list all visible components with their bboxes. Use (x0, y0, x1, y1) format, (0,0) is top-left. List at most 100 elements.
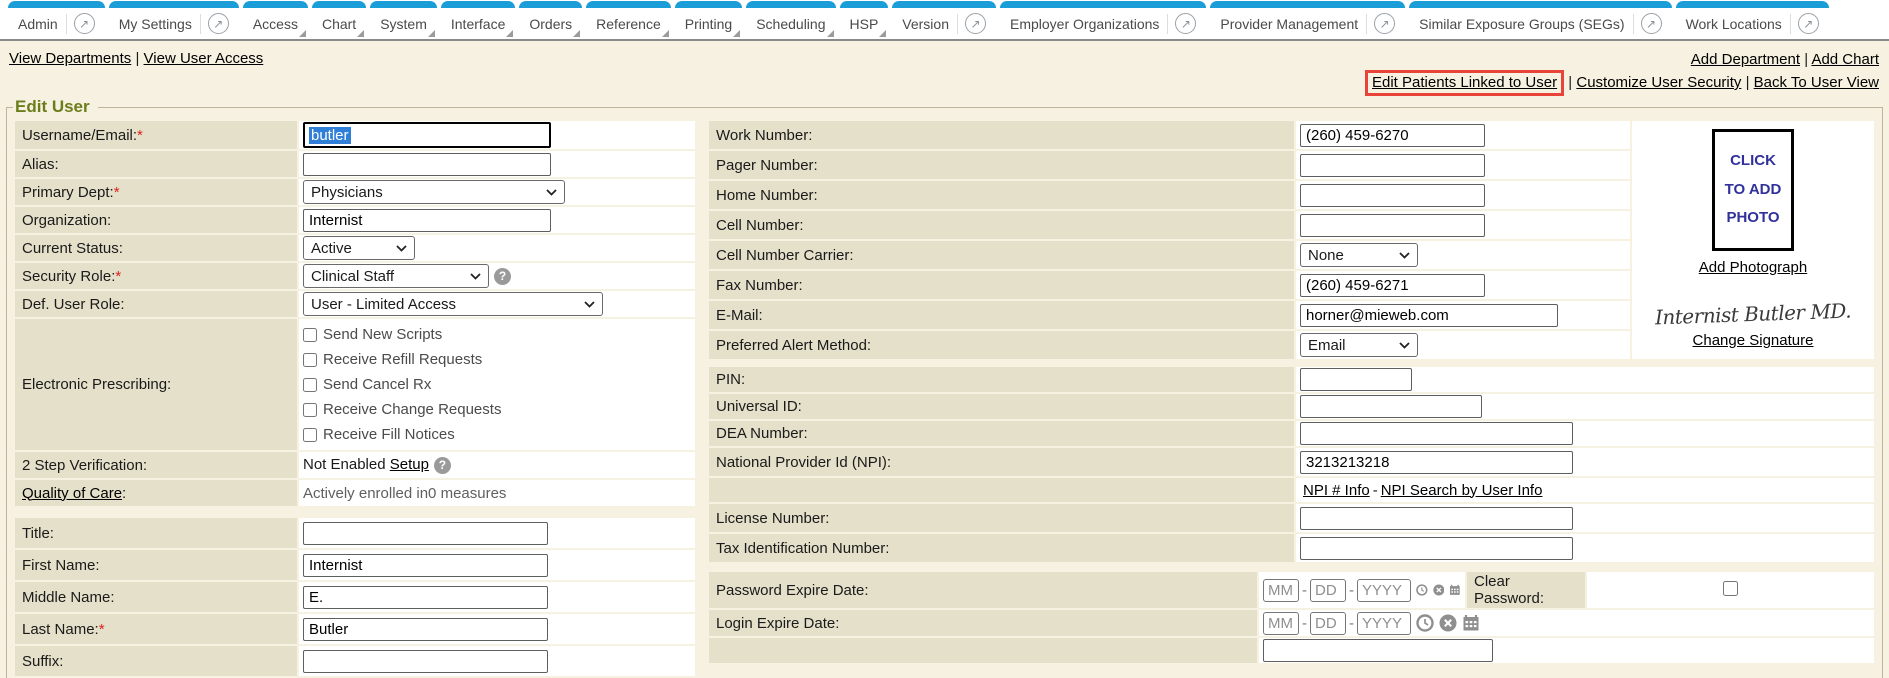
username-label: Username/Email:* (15, 121, 297, 149)
quality-of-care-label: Quality of Care: (15, 480, 297, 506)
checkbox[interactable] (303, 378, 317, 392)
help-icon[interactable]: ? (434, 457, 451, 474)
customize-user-security-link[interactable]: Customize User Security (1576, 74, 1741, 91)
edit-patients-linked-link[interactable]: Edit Patients Linked to User (1372, 74, 1557, 91)
tax-id-input[interactable] (1300, 537, 1573, 560)
primary-dept-select[interactable]: Physicians (303, 180, 565, 204)
username-input[interactable]: butler (303, 122, 551, 148)
work-number-label: Work Number: (709, 121, 1294, 149)
tab-provider-management[interactable]: Provider Management ↗ (1210, 1, 1405, 39)
option-receive-fill-notices[interactable]: Receive Fill Notices (303, 422, 691, 447)
clear-password-checkbox[interactable] (1723, 581, 1738, 596)
cell-number-input[interactable] (1300, 214, 1485, 237)
quality-of-care-link[interactable]: Quality of Care (22, 485, 122, 502)
last-name-input[interactable] (303, 618, 548, 641)
alias-input[interactable] (303, 153, 551, 176)
clock-icon[interactable] (1416, 581, 1428, 599)
middle-name-input[interactable] (303, 586, 548, 609)
tab-hsp[interactable]: HSP (840, 1, 889, 39)
add-department-link[interactable]: Add Department (1691, 51, 1800, 68)
pager-number-input[interactable] (1300, 154, 1485, 177)
dropdown-corner-icon (733, 30, 740, 37)
preferred-alert-label: Preferred Alert Method: (709, 331, 1294, 359)
email-input[interactable] (1300, 304, 1558, 327)
calendar-icon[interactable] (1462, 614, 1480, 632)
month-input[interactable] (1263, 612, 1299, 635)
checkbox[interactable] (303, 353, 317, 367)
calendar-icon[interactable] (1449, 581, 1461, 599)
option-receive-refill-requests[interactable]: Receive Refill Requests (303, 347, 691, 372)
signature-image: Internist Butler MD. (1633, 298, 1874, 330)
external-link-icon[interactable]: ↗ (1641, 13, 1662, 34)
tab-employer-organizations[interactable]: Employer Organizations ↗ (1000, 1, 1206, 39)
checkbox[interactable] (303, 328, 317, 342)
option-send-new-scripts[interactable]: Send New Scripts (303, 322, 691, 347)
option-receive-change-requests[interactable]: Receive Change Requests (303, 397, 691, 422)
dropdown-corner-icon (357, 30, 364, 37)
suffix-input[interactable] (303, 650, 548, 673)
tab-divider (1633, 14, 1634, 34)
month-input[interactable] (1263, 579, 1299, 602)
year-input[interactable] (1357, 579, 1411, 602)
work-number-input[interactable] (1300, 124, 1485, 147)
fax-number-input[interactable] (1300, 274, 1485, 297)
first-name-input[interactable] (303, 554, 548, 577)
npi-search-link[interactable]: NPI Search by User Info (1381, 482, 1543, 499)
external-link-icon[interactable]: ↗ (1798, 13, 1819, 34)
tab-label: Employer Organizations (1010, 16, 1159, 32)
dea-number-input[interactable] (1300, 422, 1573, 445)
clear-date-icon[interactable] (1433, 581, 1445, 599)
tab-interface[interactable]: Interface (441, 1, 515, 39)
npi-input[interactable] (1300, 451, 1573, 474)
setup-link[interactable]: Setup (390, 456, 429, 473)
clock-icon[interactable] (1416, 614, 1434, 632)
tab-access[interactable]: Access (243, 1, 308, 39)
clear-date-icon[interactable] (1439, 614, 1457, 632)
add-photo-box[interactable]: CLICK TO ADD PHOTO (1712, 129, 1794, 251)
checkbox[interactable] (303, 403, 317, 417)
view-departments-link[interactable]: View Departments (9, 50, 131, 67)
partial-input[interactable] (1263, 639, 1493, 662)
pin-input[interactable] (1300, 368, 1412, 391)
tab-reference[interactable]: Reference (586, 1, 671, 39)
npi-info-link[interactable]: NPI # Info (1303, 482, 1370, 499)
def-user-role-select[interactable]: User - Limited Access (303, 292, 603, 316)
preferred-alert-select[interactable]: Email (1300, 333, 1418, 357)
external-link-icon[interactable]: ↗ (1374, 13, 1395, 34)
year-input[interactable] (1357, 612, 1411, 635)
tab-similar-exposure-groups[interactable]: Similar Exposure Groups (SEGs) ↗ (1409, 1, 1671, 39)
external-link-icon[interactable]: ↗ (1175, 13, 1196, 34)
tab-printing[interactable]: Printing (675, 1, 742, 39)
view-user-access-link[interactable]: View User Access (144, 50, 264, 67)
license-number-input[interactable] (1300, 507, 1573, 530)
tab-scheduling[interactable]: Scheduling (746, 1, 835, 39)
day-input[interactable] (1310, 612, 1346, 635)
back-to-user-view-link[interactable]: Back To User View (1754, 74, 1879, 91)
external-link-icon[interactable]: ↗ (208, 13, 229, 34)
security-role-select[interactable]: Clinical Staff (303, 264, 489, 288)
tab-work-locations[interactable]: Work Locations ↗ (1676, 1, 1829, 39)
current-status-select[interactable]: Active (303, 236, 415, 260)
add-photograph-link[interactable]: Add Photograph (1699, 259, 1807, 276)
tab-system[interactable]: System (370, 1, 437, 39)
organization-input[interactable] (303, 209, 551, 232)
universal-id-input[interactable] (1300, 395, 1482, 418)
title-input[interactable] (303, 522, 548, 545)
external-link-icon[interactable]: ↗ (74, 13, 95, 34)
change-signature-link[interactable]: Change Signature (1693, 332, 1814, 349)
tab-chart[interactable]: Chart (312, 1, 366, 39)
external-link-icon[interactable]: ↗ (965, 13, 986, 34)
checkbox[interactable] (303, 428, 317, 442)
help-icon[interactable]: ? (494, 268, 511, 285)
expiration-table: Password Expire Date: - - (707, 570, 1876, 665)
add-chart-link[interactable]: Add Chart (1811, 51, 1879, 68)
links-toolbar: View Departments | View User Access Add … (0, 41, 1889, 96)
home-number-input[interactable] (1300, 184, 1485, 207)
option-send-cancel-rx[interactable]: Send Cancel Rx (303, 372, 691, 397)
cell-carrier-select[interactable]: None (1300, 243, 1418, 267)
tab-my-settings[interactable]: My Settings ↗ (109, 1, 239, 39)
day-input[interactable] (1310, 579, 1346, 602)
tab-version[interactable]: Version ↗ (892, 1, 996, 39)
tab-admin[interactable]: Admin ↗ (8, 1, 105, 39)
tab-orders[interactable]: Orders (519, 1, 582, 39)
